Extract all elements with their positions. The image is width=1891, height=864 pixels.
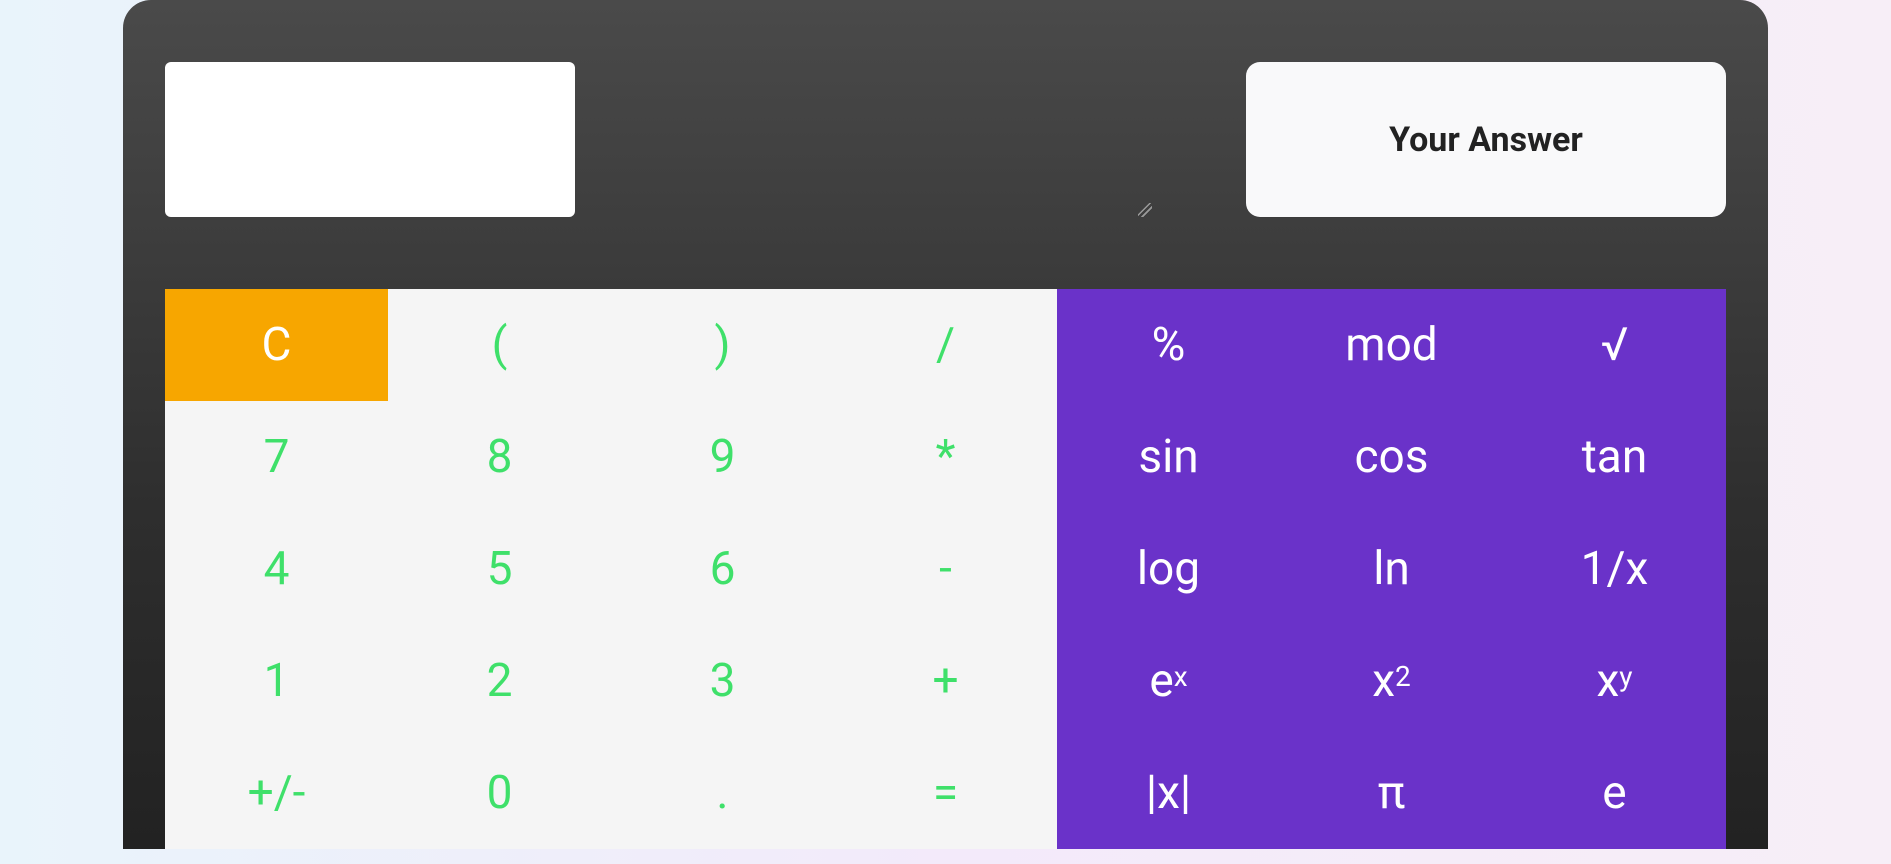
key-percent[interactable]: % xyxy=(1057,289,1280,401)
key-square-base: x xyxy=(1372,658,1395,704)
key-3[interactable]: 3 xyxy=(611,625,834,737)
key-dot[interactable]: . xyxy=(611,737,834,849)
key-abs[interactable]: |x| xyxy=(1057,737,1280,849)
key-clear[interactable]: C xyxy=(165,289,388,401)
key-multiply[interactable]: * xyxy=(834,401,1057,513)
key-8[interactable]: 8 xyxy=(388,401,611,513)
key-0[interactable]: 0 xyxy=(388,737,611,849)
key-reciprocal[interactable]: 1/x xyxy=(1503,513,1726,625)
key-pi[interactable]: π xyxy=(1280,737,1503,849)
key-open-paren[interactable]: ( xyxy=(388,289,611,401)
key-exp[interactable]: ex xyxy=(1057,625,1280,737)
key-sqrt[interactable]: √ xyxy=(1503,289,1726,401)
key-mod[interactable]: mod xyxy=(1280,289,1503,401)
key-power-base: x xyxy=(1596,658,1619,704)
calculator-panel: Your Answer C ( ) / % mod √ 7 8 9 * sin … xyxy=(123,0,1768,849)
key-2[interactable]: 2 xyxy=(388,625,611,737)
key-close-paren[interactable]: ) xyxy=(611,289,834,401)
display-wrap xyxy=(165,62,1156,221)
key-plus-minus[interactable]: +/- xyxy=(165,737,388,849)
key-exp-sup: x xyxy=(1174,663,1188,691)
key-divide[interactable]: / xyxy=(834,289,1057,401)
key-square-sup: 2 xyxy=(1395,663,1411,691)
expression-input[interactable] xyxy=(165,62,575,217)
key-7[interactable]: 7 xyxy=(165,401,388,513)
key-log[interactable]: log xyxy=(1057,513,1280,625)
key-9[interactable]: 9 xyxy=(611,401,834,513)
key-4[interactable]: 4 xyxy=(165,513,388,625)
key-1[interactable]: 1 xyxy=(165,625,388,737)
top-row: Your Answer xyxy=(123,0,1768,221)
key-power[interactable]: xy xyxy=(1503,625,1726,737)
key-e[interactable]: e xyxy=(1503,737,1726,849)
key-square[interactable]: x2 xyxy=(1280,625,1503,737)
key-exp-base: e xyxy=(1149,658,1173,704)
key-tan[interactable]: tan xyxy=(1503,401,1726,513)
key-ln[interactable]: ln xyxy=(1280,513,1503,625)
keypad: C ( ) / % mod √ 7 8 9 * sin cos tan 4 5 … xyxy=(165,289,1726,849)
key-sin[interactable]: sin xyxy=(1057,401,1280,513)
key-6[interactable]: 6 xyxy=(611,513,834,625)
answer-label: Your Answer xyxy=(1389,120,1583,160)
key-equals[interactable]: = xyxy=(834,737,1057,849)
key-minus[interactable]: - xyxy=(834,513,1057,625)
answer-box: Your Answer xyxy=(1246,62,1726,217)
key-5[interactable]: 5 xyxy=(388,513,611,625)
key-cos[interactable]: cos xyxy=(1280,401,1503,513)
key-plus[interactable]: + xyxy=(834,625,1057,737)
key-power-sup: y xyxy=(1619,663,1632,691)
